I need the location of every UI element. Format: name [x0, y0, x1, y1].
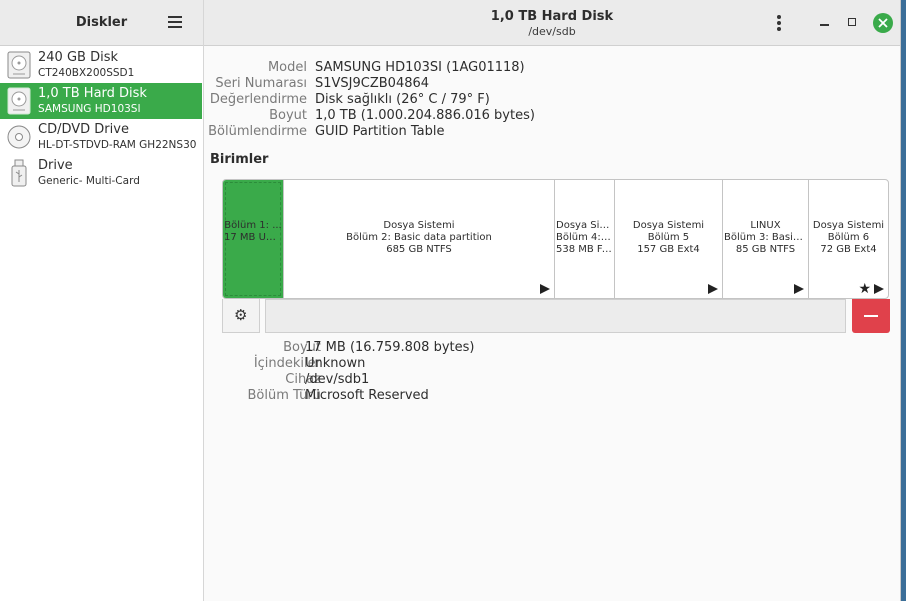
info-row-serial: Seri Numarası S1VSJ9CZB04864 — [204, 76, 894, 92]
disk-model: CT240BX200SSD1 — [38, 67, 135, 79]
gears-icon: ⚙ — [234, 306, 248, 324]
pinfo-row-type: Bölüm Türü Microsoft Reserved — [204, 388, 894, 404]
partition-2[interactable]: Dosya Sistemi Bölüm 2: Basic data partit… — [284, 180, 555, 298]
partition-3[interactable]: LINUX Bölüm 3: Basic ... 85 GB NTFS — [723, 180, 809, 298]
info-label: Boyut — [269, 108, 307, 123]
disk-name: CD/DVD Drive — [38, 122, 129, 137]
partition-line-3: 685 GB NTFS — [386, 244, 452, 255]
partition-line-1: Dosya Sistemi — [383, 220, 455, 231]
disk-model: Generic- Multi-Card — [38, 175, 140, 187]
info-value: Microsoft Reserved — [305, 388, 429, 403]
more-options-icon[interactable] — [774, 14, 784, 32]
partition-line-2: Bölüm 1: ... — [224, 220, 282, 231]
info-row-model: Model SAMSUNG HD103SI (1AG01118) — [204, 60, 894, 76]
partition-line-2: Bölüm 3: Basic ... — [724, 232, 808, 243]
pinfo-row-contents: İçindekiler Unknown — [204, 356, 894, 372]
close-button[interactable] — [873, 13, 893, 33]
info-value: GUID Partition Table — [315, 124, 445, 139]
disk-name: Drive — [38, 158, 73, 173]
minus-icon — [864, 315, 878, 317]
partition-line-1: LINUX — [750, 220, 781, 231]
disk-name: 240 GB Disk — [38, 50, 118, 65]
info-value: Disk sağlıklı (26° C / 79° F) — [315, 92, 490, 107]
star-icon: ★ — [858, 281, 871, 297]
partition-line-3: 17 MB Unk... — [224, 232, 283, 243]
info-row-partitioning: Bölümlendirme GUID Partition Table — [204, 124, 894, 140]
partition-line-2: Bölüm 4: E... — [556, 232, 614, 243]
optical-disc-icon — [7, 125, 31, 149]
partition-map: Bölüm 1: ... 17 MB Unk... Dosya Sistemi … — [222, 179, 889, 299]
info-value: 1,0 TB (1.000.204.886.016 bytes) — [315, 108, 535, 123]
disk-item-1tb[interactable]: 1,0 TB Hard Disk SAMSUNG HD103SI — [0, 83, 202, 119]
mount-play-icon[interactable] — [708, 284, 718, 294]
volumes-title: Birimler — [210, 152, 269, 167]
pinfo-row-device: Cihaz /dev/sdb1 — [204, 372, 894, 388]
main-panel: 1,0 TB Hard Disk /dev/sdb Model SAMSUNG … — [204, 0, 900, 601]
mount-play-icon[interactable] — [794, 284, 804, 294]
partition-line-2: Bölüm 6 — [827, 232, 870, 243]
partition-toolbar — [265, 299, 846, 333]
info-label: Seri Numarası — [215, 76, 307, 91]
partition-1[interactable]: Bölüm 1: ... 17 MB Unk... — [223, 180, 284, 298]
partition-line-2: Bölüm 5 — [647, 232, 690, 243]
partition-6[interactable]: Dosya Sistemi Bölüm 6 72 GB Ext4 ★ — [809, 180, 888, 298]
disk-item-240gb[interactable]: 240 GB Disk CT240BX200SSD1 — [0, 47, 202, 83]
info-value: 17 MB (16.759.808 bytes) — [305, 340, 475, 355]
disk-model: SAMSUNG HD103SI — [38, 103, 141, 115]
sidebar-header: Diskler — [0, 0, 203, 46]
partition-options-button[interactable]: ⚙ — [222, 299, 260, 333]
device-path: /dev/sdb — [528, 25, 576, 38]
main-header: 1,0 TB Hard Disk /dev/sdb — [204, 0, 900, 46]
mount-play-icon[interactable] — [874, 284, 884, 294]
disk-model: HL-DT-STDVD-RAM GH22NS30 — [38, 139, 197, 151]
disk-name: 1,0 TB Hard Disk — [38, 86, 147, 101]
info-label: Değerlendirme — [209, 92, 307, 107]
hard-disk-icon — [7, 87, 31, 115]
mount-play-icon[interactable] — [540, 284, 550, 294]
hamburger-menu-icon[interactable] — [166, 14, 184, 30]
info-row-assessment: Değerlendirme Disk sağlıklı (26° C / 79°… — [204, 92, 894, 108]
info-label: Model — [267, 60, 307, 75]
partition-line-1: Dosya Sistemi — [632, 220, 705, 231]
info-value: S1VSJ9CZB04864 — [315, 76, 430, 91]
hard-disk-icon — [7, 51, 31, 79]
partition-5[interactable]: Dosya Sistemi Bölüm 5 157 GB Ext4 — [615, 180, 723, 298]
disk-title: 1,0 TB Hard Disk — [490, 9, 614, 24]
sidebar: Diskler 240 GB Disk CT240BX200SSD1 1,0 T… — [0, 0, 204, 601]
disk-item-drive[interactable]: Drive Generic- Multi-Card — [0, 155, 202, 191]
info-value: SAMSUNG HD103SI (1AG01118) — [315, 60, 525, 75]
info-value: /dev/sdb1 — [305, 372, 370, 387]
partition-line-2: Bölüm 2: Basic data partition — [346, 232, 492, 243]
partition-line-1: Dosya Sistemi — [812, 220, 885, 231]
info-value: Unknown — [305, 356, 366, 371]
partition-line-3: 157 GB Ext4 — [637, 244, 700, 255]
disks-window: Diskler 240 GB Disk CT240BX200SSD1 1,0 T… — [0, 0, 901, 601]
partition-line-3: 72 GB Ext4 — [820, 244, 877, 255]
partition-line-3: 538 MB FAT — [556, 244, 614, 255]
minimize-button[interactable] — [816, 14, 834, 32]
close-icon — [878, 18, 888, 28]
partition-line-1: Dosya Sist... — [556, 220, 614, 231]
disk-list: 240 GB Disk CT240BX200SSD1 1,0 TB Hard D… — [0, 47, 202, 191]
delete-partition-button[interactable] — [852, 299, 890, 333]
usb-drive-icon — [11, 159, 27, 187]
partition-4[interactable]: Dosya Sist... Bölüm 4: E... 538 MB FAT — [555, 180, 615, 298]
maximize-button[interactable] — [844, 14, 862, 32]
partition-line-3: 85 GB NTFS — [735, 244, 796, 255]
info-label: Bölümlendirme — [208, 124, 307, 139]
disk-item-cd-dvd[interactable]: CD/DVD Drive HL-DT-STDVD-RAM GH22NS30 — [0, 119, 202, 155]
info-row-size: Boyut 1,0 TB (1.000.204.886.016 bytes) — [204, 108, 894, 124]
pinfo-row-size: Boyut 17 MB (16.759.808 bytes) — [204, 340, 894, 356]
